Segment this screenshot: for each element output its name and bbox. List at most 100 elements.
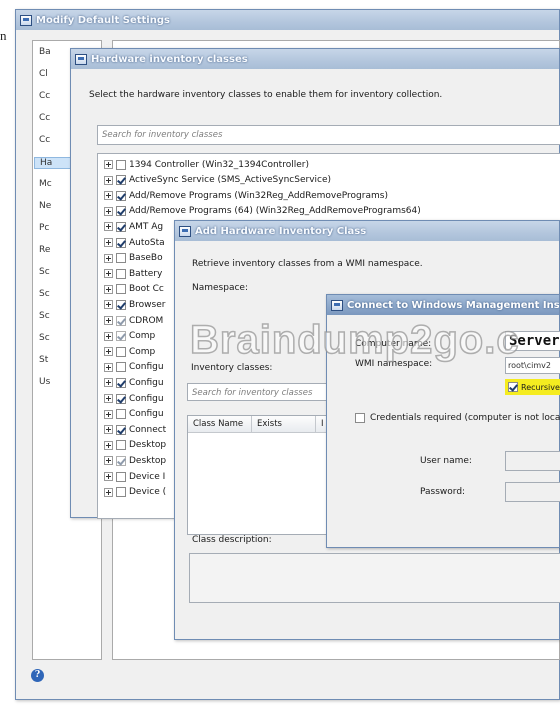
class-checkbox[interactable] [116,175,126,186]
connect-wmi-titlebar[interactable]: Connect to Windows Management Instru [327,295,559,315]
expand-icon[interactable] [104,472,113,481]
settings-nav-item[interactable]: Pc [39,223,49,233]
add-class-search-input[interactable]: Search for inventory classes [187,383,327,401]
credentials-checkbox[interactable] [355,413,365,423]
expand-icon[interactable] [104,222,113,232]
settings-nav-item[interactable]: Cl [39,69,48,79]
inventory-class-row[interactable]: AMT Ag [104,220,163,233]
class-checkbox[interactable] [116,206,126,217]
inventory-class-row[interactable]: Comp [104,330,155,343]
settings-nav-item[interactable]: Sc [39,333,50,343]
class-checkbox[interactable] [116,221,126,232]
computer-name-label: Computer name: [355,339,432,349]
inventory-class-row[interactable]: Boot Cc [104,283,164,296]
expand-icon[interactable] [104,440,113,450]
column-exists[interactable]: Exists [252,416,316,433]
expand-icon[interactable] [104,331,113,341]
class-checkbox[interactable] [116,471,126,482]
settings-nav-item[interactable]: Cc [39,91,50,101]
class-checkbox[interactable] [116,487,126,498]
settings-nav-item[interactable]: Cc [39,113,50,123]
computer-name-input[interactable]: Server [505,331,560,351]
inventory-class-row[interactable]: BaseBo [104,252,163,265]
expand-icon[interactable] [104,253,113,263]
expand-icon[interactable] [104,206,113,216]
inventory-class-row[interactable]: Device I [104,470,165,483]
inventory-class-row[interactable]: ActiveSync Service (SMS_ActiveSyncServic… [104,174,331,187]
expand-icon[interactable] [104,160,113,169]
inventory-class-row[interactable]: Battery [104,267,162,280]
settings-nav-item[interactable]: Ne [39,201,51,211]
settings-nav-item[interactable]: Mc [39,179,52,189]
password-input[interactable] [505,482,560,502]
settings-nav-item[interactable]: Cc [39,135,50,145]
class-checkbox[interactable] [116,299,126,310]
settings-nav-item[interactable]: Sc [39,311,50,321]
column-class-name[interactable]: Class Name [188,416,252,433]
inventory-class-row[interactable]: Device ( [104,486,166,499]
expand-icon[interactable] [104,284,113,294]
class-checkbox[interactable] [116,424,126,435]
class-checkbox[interactable] [116,440,126,451]
inventory-class-row[interactable]: Configu [104,361,164,374]
class-checkbox[interactable] [116,159,126,170]
settings-nav-item[interactable]: Ba [39,47,51,57]
expand-icon[interactable] [104,316,113,325]
settings-nav-item[interactable]: St [39,355,48,365]
expand-icon[interactable] [104,347,113,357]
modify-settings-titlebar[interactable]: Modify Default Settings [16,10,559,30]
inventory-class-row[interactable]: Configu [104,376,164,389]
expand-icon[interactable] [104,409,113,419]
inventory-class-row[interactable]: Connect [104,423,166,436]
help-icon[interactable]: ? [31,669,44,682]
class-checkbox[interactable] [116,268,126,279]
expand-icon[interactable] [104,300,113,310]
credentials-option[interactable]: Credentials required (computer is not lo… [355,413,560,423]
class-checkbox[interactable] [116,455,126,466]
add-class-titlebar[interactable]: Add Hardware Inventory Class [175,221,559,241]
settings-nav-item[interactable]: Sc [39,289,50,299]
settings-nav-item[interactable]: Sc [39,267,50,277]
inventory-class-row[interactable]: Browser [104,298,165,311]
expand-icon[interactable] [104,269,113,279]
settings-nav-item[interactable]: Us [39,377,50,387]
expand-icon[interactable] [104,456,113,466]
inventory-class-row[interactable]: Add/Remove Programs (64) (Win32Reg_AddRe… [104,205,421,218]
recursive-option[interactable]: Recursive [505,379,560,395]
inventory-class-row[interactable]: Add/Remove Programs (Win32Reg_AddRemoveP… [104,189,388,202]
inventory-class-row[interactable]: 1394 Controller (Win32_1394Controller) [104,158,309,171]
class-checkbox[interactable] [116,237,126,248]
expand-icon[interactable] [104,487,113,497]
class-checkbox[interactable] [116,409,126,420]
inventory-class-row[interactable]: Desktop [104,439,166,452]
class-checkbox[interactable] [116,377,126,388]
class-checkbox[interactable] [116,315,126,326]
inventory-class-row[interactable]: CDROM [104,314,163,327]
inventory-class-row[interactable]: AutoSta [104,236,165,249]
class-checkbox[interactable] [116,362,126,373]
hw-classes-titlebar[interactable]: Hardware inventory classes [71,49,559,69]
expand-icon[interactable] [104,425,113,435]
recursive-checkbox[interactable] [508,382,518,392]
username-input[interactable] [505,451,560,471]
expand-icon[interactable] [104,238,113,247]
class-checkbox[interactable] [116,331,126,342]
wmi-namespace-input[interactable]: root\cimv2 [505,357,560,374]
class-checkbox[interactable] [116,253,126,264]
hw-classes-search-input[interactable]: Search for inventory classes [97,125,560,145]
class-checkbox[interactable] [116,346,126,357]
expand-icon[interactable] [104,191,113,201]
inventory-class-row[interactable]: Comp [104,345,155,358]
inventory-class-row[interactable]: Configu [104,408,164,421]
inventory-class-row[interactable]: Configu [104,392,164,405]
settings-nav-item[interactable]: Re [39,245,50,255]
class-label: AutoSta [129,237,165,248]
class-checkbox[interactable] [116,284,126,295]
expand-icon[interactable] [104,394,113,403]
inventory-class-row[interactable]: Desktop [104,454,166,467]
expand-icon[interactable] [104,378,113,388]
class-checkbox[interactable] [116,190,126,201]
expand-icon[interactable] [104,362,113,372]
expand-icon[interactable] [104,175,113,185]
class-checkbox[interactable] [116,393,126,404]
